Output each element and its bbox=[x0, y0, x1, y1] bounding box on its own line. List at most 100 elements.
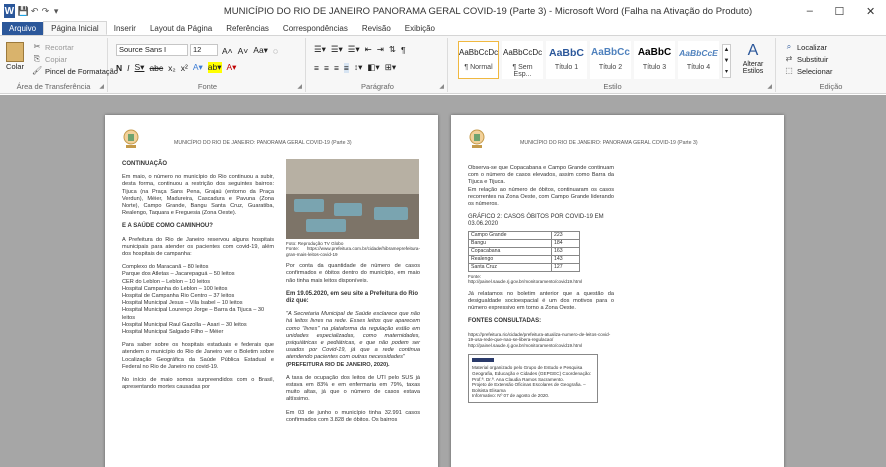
heading-continuacao: CONTINUAÇÃO bbox=[122, 161, 167, 167]
clear-format-button[interactable]: ◌ bbox=[273, 46, 278, 56]
maximize-button[interactable]: ☐ bbox=[835, 5, 845, 18]
align-left-button[interactable]: ≡ bbox=[314, 63, 319, 73]
table-title: GRÁFICO 2: CASOS ÓBITOS POR COVID-19 EM … bbox=[468, 214, 604, 228]
tab-exibicao[interactable]: Exibição bbox=[398, 22, 442, 35]
paste-button[interactable]: Colar bbox=[2, 42, 28, 71]
strikethrough-button[interactable]: abc bbox=[149, 63, 163, 73]
increase-indent-button[interactable]: ⇥ bbox=[377, 44, 384, 55]
save-icon[interactable]: 💾 bbox=[18, 6, 29, 17]
tab-correspondencias[interactable]: Correspondências bbox=[276, 22, 355, 35]
underline-button[interactable]: S▾ bbox=[135, 62, 145, 73]
sort-button[interactable]: ⇅ bbox=[389, 44, 396, 55]
sources-list: https://prefeitura.rio/cidade/prefeitura… bbox=[468, 331, 611, 348]
document-page-2[interactable]: MUNICÍPIO DO RIO DE JANEIRO: PANORAMA GE… bbox=[451, 115, 784, 467]
style-heading-2[interactable]: AaBbCc Título 2 bbox=[590, 41, 631, 79]
shading-button[interactable]: ◧▾ bbox=[367, 62, 379, 73]
scissors-icon: ✂ bbox=[33, 42, 41, 51]
cut-button[interactable]: ✂ Recortar bbox=[32, 42, 74, 52]
font-size-select[interactable]: 12 bbox=[190, 44, 218, 56]
bold-button[interactable]: N bbox=[116, 63, 122, 73]
table-source: Fonte: http://painel.saude.rj.gov.br/mon… bbox=[468, 273, 583, 285]
justify-button[interactable]: ≡ bbox=[343, 62, 349, 73]
styles-scroll[interactable]: ▲ ▼ ▾ bbox=[722, 44, 731, 78]
style-heading-3[interactable]: AaBbC Título 3 bbox=[634, 41, 675, 79]
tab-revisao[interactable]: Revisão bbox=[355, 22, 398, 35]
bairro-cell: Realengo bbox=[468, 254, 552, 264]
italic-button[interactable]: I bbox=[127, 63, 129, 73]
line-spacing-button[interactable]: ↕▾ bbox=[354, 62, 363, 73]
style-heading-1[interactable]: AaBbC Título 1 bbox=[546, 41, 587, 79]
replace-button[interactable]: ⇄ Substituir bbox=[784, 54, 829, 64]
heading-fontes: FONTES CONSULTADAS: bbox=[468, 318, 542, 325]
tab-pagina-inicial[interactable]: Página Inicial bbox=[43, 21, 107, 35]
bairro-cell: Copacabana bbox=[468, 246, 552, 256]
minimize-button[interactable]: – bbox=[807, 5, 813, 18]
show-marks-button[interactable]: ¶ bbox=[401, 45, 406, 55]
paragraph: Em 03 de junho o município tinha 32.991 … bbox=[286, 409, 420, 423]
grow-font-button[interactable]: A˄ bbox=[222, 46, 233, 56]
tab-inserir[interactable]: Inserir bbox=[107, 22, 143, 35]
subscript-button[interactable]: x₂ bbox=[168, 63, 176, 73]
numbering-button[interactable]: ☰▾ bbox=[331, 44, 343, 55]
header-text: MUNICÍPIO DO RIO DE JANEIRO: PANORAMA GE… bbox=[520, 140, 698, 146]
dialog-launcher-icon[interactable]: ◢ bbox=[297, 83, 302, 90]
redo-icon[interactable]: ↷ bbox=[42, 6, 50, 17]
borders-button[interactable]: ⊞▾ bbox=[385, 62, 396, 73]
font-name-select[interactable]: Source Sans I bbox=[116, 44, 188, 56]
change-styles-button[interactable]: A Alterar Estilos bbox=[734, 41, 772, 75]
coat-of-arms-logo bbox=[123, 129, 139, 148]
align-center-button[interactable]: ≡ bbox=[324, 63, 329, 73]
quick-access-toolbar: W 💾 ↶ ↷ ▾ bbox=[0, 4, 60, 18]
page2-column: Observa-se que Copacabana e Campo Grande… bbox=[468, 165, 614, 403]
superscript-button[interactable]: x² bbox=[181, 63, 188, 73]
font-color-button[interactable]: A▾ bbox=[227, 62, 237, 73]
value-cell: 184 bbox=[550, 238, 581, 248]
dialog-launcher-icon[interactable]: ◢ bbox=[99, 83, 104, 90]
document-page-1[interactable]: MUNICÍPIO DO RIO DE JANEIRO: PANORAMA GE… bbox=[105, 115, 438, 467]
find-button[interactable]: ⌕ Localizar bbox=[784, 42, 827, 52]
select-button[interactable]: ⬚ Selecionar bbox=[784, 66, 832, 76]
clipboard-icon bbox=[6, 42, 24, 62]
group-logo bbox=[472, 358, 494, 363]
document-area[interactable]: MUNICÍPIO DO RIO DE JANEIRO: PANORAMA GE… bbox=[0, 95, 886, 467]
word-app-icon[interactable]: W bbox=[4, 4, 15, 18]
format-painter-button[interactable]: 🖌 Pincel de Formatação bbox=[32, 66, 118, 76]
styles-group: AaBbCcDc ¶ Normal AaBbCcDc ¶ Sem Esp... … bbox=[450, 38, 776, 92]
ribbon-tabs: Arquivo Página Inicial Inserir Layout da… bbox=[0, 21, 886, 36]
paragraph-group: ☰▾ ☰▾ ☰▾ ⇤ ⇥ ⇅ ¶ ≡ ≡ ≡ ≡ ↕▾ ◧▾ ⊞▾ Parágr… bbox=[308, 38, 448, 92]
style-normal[interactable]: AaBbCcDc ¶ Normal bbox=[458, 41, 499, 79]
highlight-button[interactable]: ab▾ bbox=[207, 62, 222, 73]
bairro-cell: Santa Cruz bbox=[468, 262, 552, 272]
copy-button[interactable]: ⎘ Copiar bbox=[32, 54, 67, 64]
editing-group-label: Edição bbox=[819, 82, 843, 91]
close-button[interactable]: ✕ bbox=[866, 5, 875, 18]
hospital-photo bbox=[286, 159, 419, 239]
dialog-launcher-icon[interactable]: ◢ bbox=[767, 83, 772, 90]
customize-qat-icon[interactable]: ▾ bbox=[52, 6, 60, 17]
shrink-font-button[interactable]: A˅ bbox=[238, 46, 249, 56]
paragraph: A Prefeitura do Rio de Janeiro reservou … bbox=[122, 236, 274, 258]
style-no-spacing[interactable]: AaBbCcDc ¶ Sem Esp... bbox=[502, 41, 543, 79]
paragraph: Por conta da quantidade de número de cas… bbox=[286, 263, 420, 284]
undo-icon[interactable]: ↶ bbox=[31, 6, 39, 17]
tab-layout[interactable]: Layout da Página bbox=[143, 22, 219, 35]
change-styles-icon: A bbox=[747, 42, 759, 59]
text-effects-button[interactable]: A▾ bbox=[193, 62, 203, 73]
align-right-button[interactable]: ≡ bbox=[334, 63, 339, 73]
change-case-button[interactable]: Aa▾ bbox=[253, 45, 268, 56]
paragraph: Em maio, o número no município do Rio co… bbox=[122, 174, 274, 217]
tab-referencias[interactable]: Referências bbox=[219, 22, 276, 35]
bairro-cell: Campo Grande bbox=[468, 230, 552, 240]
multilevel-list-button[interactable]: ☰▾ bbox=[348, 44, 360, 55]
decrease-indent-button[interactable]: ⇤ bbox=[365, 44, 372, 55]
font-group-label: Fonte bbox=[197, 82, 218, 91]
value-cell: 223 bbox=[550, 230, 581, 240]
style-heading-4[interactable]: AaBbCcE Título 4 bbox=[678, 41, 719, 79]
paragraph: A taxa de ocupação dos leitos de UTI pel… bbox=[286, 374, 420, 403]
paragraph: Para saber sobre os hospitais estaduais … bbox=[122, 342, 274, 370]
page-header: MUNICÍPIO DO RIO DE JANEIRO: PANORAMA GE… bbox=[122, 128, 421, 154]
tab-arquivo[interactable]: Arquivo bbox=[2, 22, 44, 35]
dialog-launcher-icon[interactable]: ◢ bbox=[439, 83, 444, 90]
select-icon: ⬚ bbox=[785, 66, 793, 75]
bullets-button[interactable]: ☰▾ bbox=[314, 44, 326, 55]
